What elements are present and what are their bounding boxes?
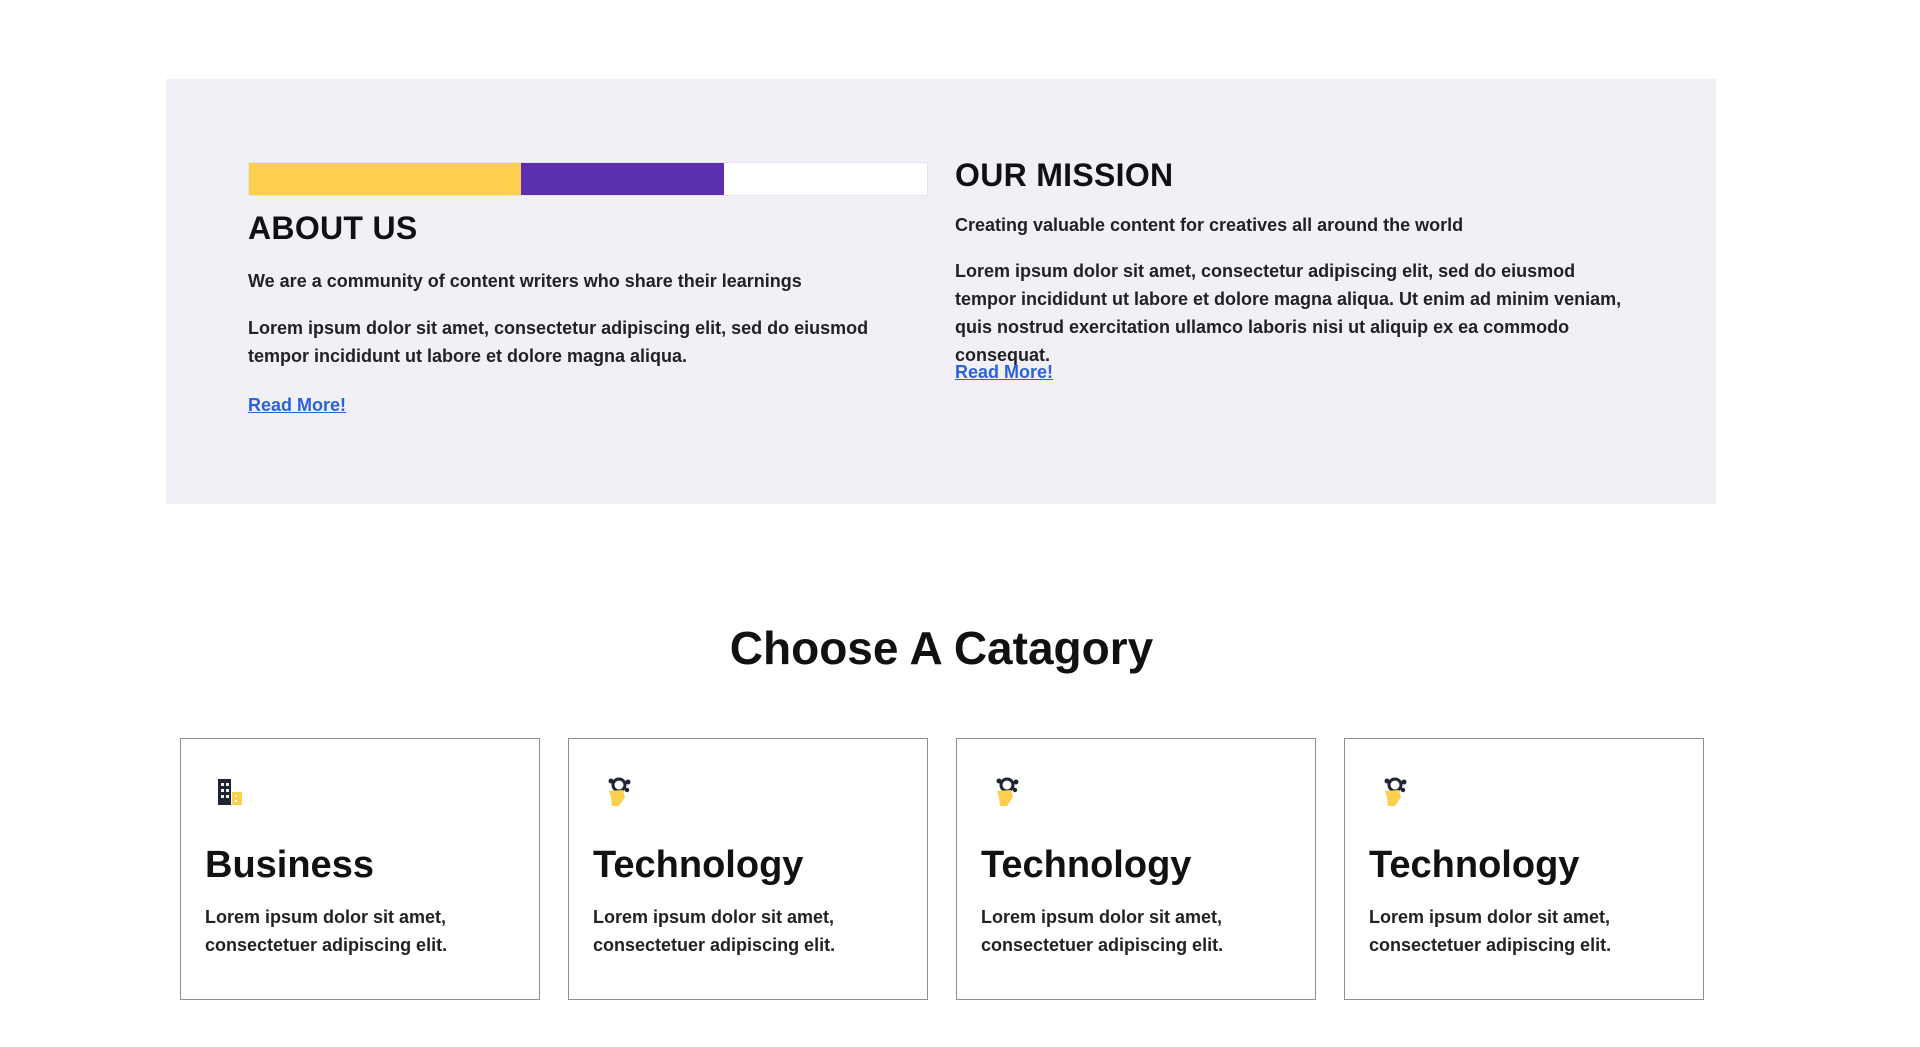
category-card-description: Lorem ipsum dolor sit amet, consectetuer…	[981, 907, 1224, 955]
category-card-description: Lorem ipsum dolor sit amet, consectetuer…	[1369, 907, 1612, 955]
hand-gear-icon	[603, 775, 637, 809]
category-card-title: Technology	[981, 844, 1192, 886]
hand-gear-icon	[991, 775, 1025, 809]
category-card-technology[interactable]: Technology Lorem ipsum dolor sit amet, c…	[956, 738, 1316, 1000]
about-read-more-link[interactable]: Read More!	[248, 395, 346, 416]
building-icon	[215, 775, 249, 809]
color-stripe	[248, 162, 928, 196]
category-cards: Business Lorem ipsum dolor sit amet, con…	[180, 738, 1705, 1000]
category-card-title: Technology	[593, 844, 804, 886]
stripe-yellow-segment	[249, 163, 521, 195]
mission-read-more-link[interactable]: Read More!	[955, 362, 1053, 383]
category-card-title: Business	[205, 844, 374, 886]
page: ABOUT US We are a community of content w…	[0, 0, 1920, 1047]
category-section-title: Choose A Catagory	[729, 622, 1154, 674]
hand-gear-icon	[1379, 775, 1413, 809]
category-card-technology[interactable]: Technology Lorem ipsum dolor sit amet, c…	[568, 738, 928, 1000]
mission-heading: OUR MISSION	[955, 157, 1174, 193]
about-heading: ABOUT US	[248, 210, 418, 246]
stripe-white-segment	[724, 163, 927, 195]
stripe-purple-segment	[521, 163, 724, 195]
category-card-business[interactable]: Business Lorem ipsum dolor sit amet, con…	[180, 738, 540, 1000]
category-card-description: Lorem ipsum dolor sit amet, consectetuer…	[205, 907, 448, 955]
about-tagline: We are a community of content writers wh…	[248, 271, 802, 291]
about-mission-panel: ABOUT US We are a community of content w…	[166, 79, 1716, 504]
mission-tagline: Creating valuable content for creatives …	[955, 215, 1464, 235]
mission-body: Lorem ipsum dolor sit amet, consectetur …	[955, 261, 1622, 365]
about-body: Lorem ipsum dolor sit amet, consectetur …	[248, 318, 869, 366]
category-card-title: Technology	[1369, 844, 1580, 886]
category-card-description: Lorem ipsum dolor sit amet, consectetuer…	[593, 907, 836, 955]
category-card-technology[interactable]: Technology Lorem ipsum dolor sit amet, c…	[1344, 738, 1704, 1000]
